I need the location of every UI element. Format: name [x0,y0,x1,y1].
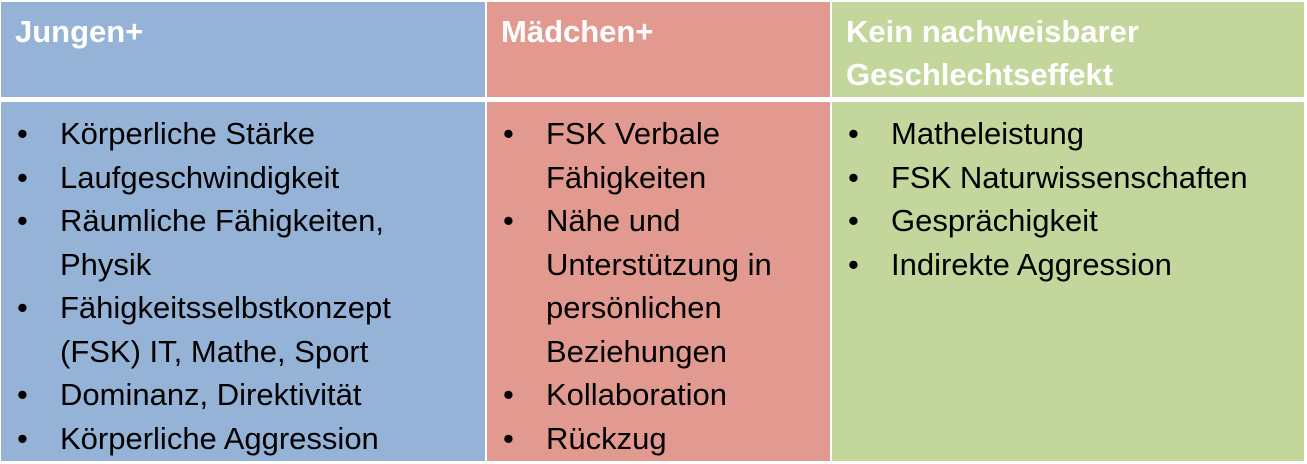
bullet-icon: • [17,203,28,238]
bullet-icon: • [17,290,28,325]
bullet-icon: • [17,116,28,151]
list-item-text: Nähe und Unterstützung in persönlichen B… [546,203,772,369]
list-item-text: Rückzug [546,420,667,456]
header-boys: Jungen+ [1,2,485,97]
list-item-text: Räumliche Fähigkeiten, Physik [60,203,384,282]
column-body-boys: • Körperliche Stärke • Laufgeschwindigkeit •… [1,102,485,461]
bullet-icon: • [848,203,859,238]
bullet-list: • FSK Verbale Fähigkeiten • Nähe und Unters… [487,102,830,460]
bullet-icon: • [17,159,28,195]
list-item-text: Kollaboration [546,377,727,412]
bullet-icon: • [17,377,28,412]
bullet-list: • Matheleistung • FSK Naturwissenschaften • G… [832,102,1304,286]
list-item: • Gesprächigkeit [832,199,1294,243]
bullet-icon: • [503,203,514,238]
header-no-effect: Kein nachweisbarer Geschlechtseffekt [832,2,1304,97]
list-item-text: Matheleistung [891,116,1085,151]
bullet-icon: • [503,377,514,412]
list-item: • Laufgeschwindigkeit [1,156,475,200]
bullet-icon: • [503,116,514,151]
list-item: • Dominanz, Direktivität [1,373,475,417]
list-item: • Räumliche Fähigkeiten, Physik [1,199,475,286]
header-girls: Mädchen+ [487,2,830,97]
list-item-text: Fähigkeitsselbstkonzept (FSK) IT, Mathe,… [60,290,391,369]
list-item: • Indirekte Aggression [832,243,1294,287]
list-item: • Nähe und Unterstützung in persönlichen … [487,199,820,373]
bullet-list: • Körperliche Stärke • Laufgeschwindigkeit •… [1,102,485,460]
list-item-text: Körperliche Stärke [60,116,316,151]
bullet-icon: • [848,159,859,195]
bullet-icon: • [503,420,514,456]
bullet-icon: • [848,116,859,151]
gender-effects-table: Jungen+ Mädchen+ Kein nachweisbarer Geschl… [1,2,1304,462]
list-item: • Matheleistung [832,112,1294,156]
list-item: • FSK Naturwissenschaften [832,156,1294,200]
bullet-icon: • [17,420,28,456]
list-item: • Rückzug [487,417,820,461]
list-item-text: Laufgeschwindigkeit [60,159,340,195]
column-body-no-effect: • Matheleistung • FSK Naturwissenschaften • G… [832,102,1304,461]
list-item: • Kollaboration [487,373,820,417]
list-item-text: Dominanz, Direktivität [60,377,362,412]
list-item: • Körperliche Stärke [1,112,475,156]
list-item: • FSK Verbale Fähigkeiten [487,112,820,199]
list-item-text: Gesprächigkeit [891,203,1098,238]
list-item-text: Körperliche Aggression [60,420,379,456]
list-item: • Körperliche Aggression [1,417,475,461]
bullet-icon: • [848,246,859,282]
list-item-text: Indirekte Aggression [891,246,1172,282]
list-item-text: FSK Verbale Fähigkeiten [546,116,721,195]
list-item-text: FSK Naturwissenschaften [891,159,1248,195]
list-item: • Fähigkeitsselbstkonzept (FSK) IT, Mathe… [1,286,475,373]
column-body-girls: • FSK Verbale Fähigkeiten • Nähe und Unters… [487,102,830,461]
